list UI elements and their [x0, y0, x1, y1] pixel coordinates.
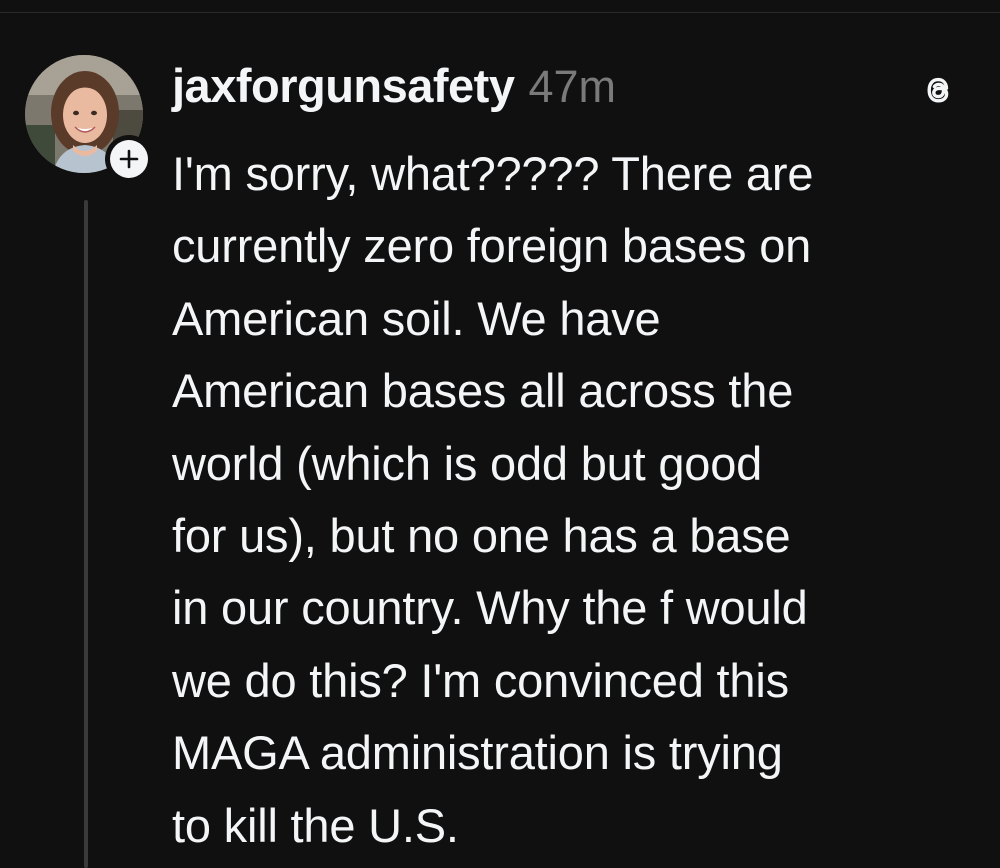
post-body-line: American bases all across the — [172, 364, 794, 418]
username[interactable]: jaxforgunsafety — [172, 58, 515, 113]
post-body-line: we do this? I'm convinced this — [172, 653, 789, 707]
post-header: jaxforgunsafety 47m — [172, 58, 616, 118]
post-body: I'm sorry, what????? There are currently… — [172, 138, 972, 862]
follow-button[interactable] — [105, 135, 153, 183]
follow-button-inner[interactable] — [110, 140, 148, 178]
post-body-line: in our country. Why the f would — [172, 581, 808, 635]
avatar-container[interactable] — [25, 55, 153, 183]
threads-logo-icon — [916, 68, 960, 112]
post-body-line: for us), but no one has a base — [172, 508, 791, 562]
post-body-line: world (which is odd but good — [172, 436, 763, 490]
thread-connector-line — [84, 200, 88, 868]
plus-icon — [119, 149, 139, 169]
post-body-line: to kill the U.S. — [172, 798, 459, 852]
post-body-line: currently zero foreign bases on — [172, 219, 812, 273]
post-body-line: American soil. We have — [172, 291, 661, 345]
post-body-line: I'm sorry, what????? There are — [172, 147, 814, 200]
post-timestamp: 47m — [528, 61, 617, 112]
post-body-line: MAGA administration is trying — [172, 726, 783, 780]
top-divider — [0, 0, 1000, 13]
